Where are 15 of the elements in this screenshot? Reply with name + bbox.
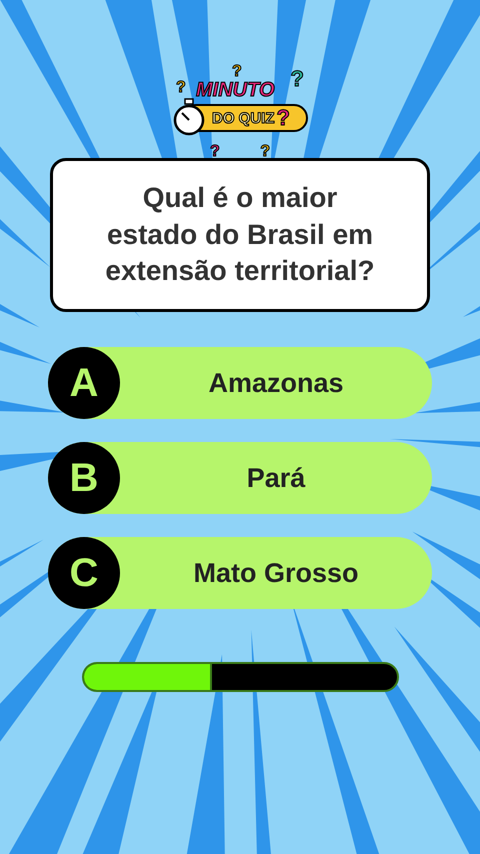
question-mark-decoration: ?: [210, 144, 220, 160]
logo-title: MINUTO: [196, 80, 275, 100]
option-text: Pará: [246, 462, 306, 495]
option-text: Amazonas: [207, 366, 345, 400]
option-text: Mato Grosso: [192, 556, 360, 590]
logo-subtitle: DO QUIZ: [212, 110, 274, 126]
answer-option[interactable]: A Amazonas: [48, 347, 432, 419]
answer-option[interactable]: B Pará: [48, 442, 432, 514]
question-mark-decoration: ?: [260, 144, 270, 160]
question-mark-decoration: ?: [176, 80, 186, 96]
answer-option[interactable]: C Mato Grosso: [48, 537, 432, 609]
question-mark-decoration: ?: [290, 68, 304, 90]
question-text: Qual é o maior estado do Brasil em extensão territorial?: [104, 181, 376, 288]
question-mark-decoration: ?: [232, 64, 242, 80]
logo-question-mark: ?: [276, 107, 290, 129]
